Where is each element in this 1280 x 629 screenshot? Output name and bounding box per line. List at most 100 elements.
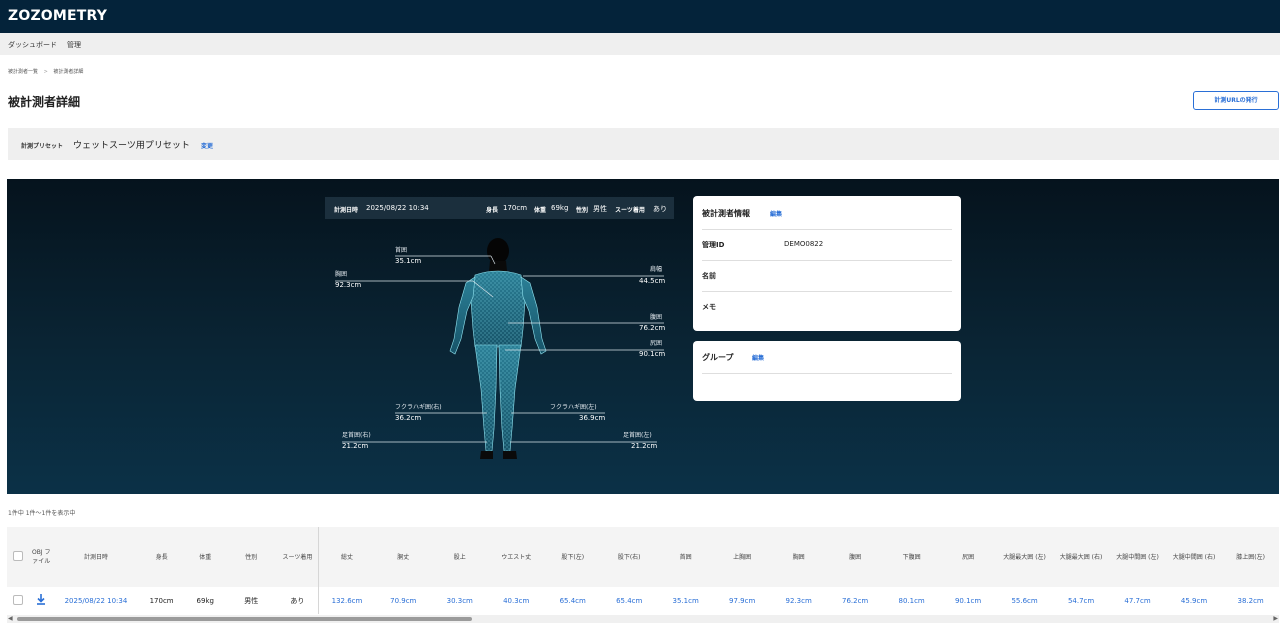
breadcrumb: 被計測者一覧 > 被計測者詳細: [8, 68, 87, 75]
waist-value: 76.2cm: [639, 324, 666, 332]
issue-url-button[interactable]: 計測URLの発行: [1193, 91, 1279, 110]
table-header: 股上: [453, 553, 466, 561]
neck-label: 首囲: [395, 247, 408, 254]
ankle-left-label: 足首囲(左): [623, 432, 652, 439]
measurement-cell[interactable]: 45.9cm: [1166, 587, 1222, 614]
memo-label: メモ: [702, 303, 716, 311]
table-header: 身長: [155, 553, 168, 561]
table-header: ウエスト丈: [501, 553, 532, 561]
chest-label: 胸囲: [335, 271, 348, 278]
table-header-row: OBJ ファイル 計測日時 身長 体重 性別 スーツ着用 総丈 胴丈 股上 ウエ…: [7, 527, 1279, 587]
table-header: 性別: [245, 553, 258, 561]
measurement-cell[interactable]: 65.4cm: [601, 587, 657, 614]
table-header: 総丈: [340, 553, 353, 561]
table-row[interactable]: 2025/08/22 10:34 170cm 69kg 男性 あり 132.6c…: [7, 587, 1279, 614]
scroll-right-arrow-icon[interactable]: ▶: [1273, 615, 1278, 623]
preset-change-link[interactable]: 変更: [201, 141, 213, 150]
subject-info-edit-link[interactable]: 編集: [770, 209, 782, 218]
table-header: スーツ着用: [276, 527, 319, 587]
table-header: 腹囲: [849, 553, 862, 561]
sub-nav: ダッシュボード 管理: [0, 33, 1280, 55]
nav-item-admin[interactable]: 管理: [67, 40, 81, 50]
calf-right-label: フクラハギ囲(右): [395, 404, 442, 411]
waist-label: 腹囲: [650, 314, 663, 321]
measurement-cell[interactable]: 76.2cm: [827, 587, 883, 614]
subject-info-title: 被計測者情報: [702, 209, 750, 218]
measurement-cell[interactable]: 54.7cm: [1053, 587, 1109, 614]
measurement-cell[interactable]: 65.4cm: [544, 587, 600, 614]
measurement-cell[interactable]: 132.6cm: [318, 587, 375, 614]
scrollbar-thumb[interactable]: [17, 617, 472, 621]
hip-value: 90.1cm: [639, 350, 666, 358]
preset-name: ウェットスーツ用プリセット: [73, 141, 190, 151]
shoulder-value: 44.5cm: [639, 277, 666, 285]
measurement-cell[interactable]: 35.1cm: [657, 587, 713, 614]
table-header: 大腿最大囲 (左): [1003, 553, 1046, 561]
download-icon[interactable]: [36, 594, 46, 605]
group-edit-link[interactable]: 編集: [752, 353, 764, 362]
measurement-cell[interactable]: 47.7cm: [1109, 587, 1165, 614]
table-header: OBJ ファイル: [31, 549, 51, 565]
ankle-left-value: 21.2cm: [631, 442, 658, 450]
table-header: 計測日時: [83, 553, 108, 561]
table-header: 膝上囲(左): [1236, 553, 1265, 561]
table-cell: 男性: [244, 596, 259, 605]
measurement-cell[interactable]: 55.6cm: [996, 587, 1052, 614]
table-header: 大腿中間囲 (右): [1172, 553, 1216, 561]
table-header: 股下(左): [561, 553, 585, 561]
select-all-checkbox[interactable]: [12, 550, 23, 561]
table-cell: 170cm: [149, 596, 174, 605]
subject-info-card: 被計測者情報 編集 管理ID DEMO0822 名前 メモ: [693, 196, 961, 331]
nav-item-dashboard[interactable]: ダッシュボード: [8, 40, 57, 50]
divider: [702, 229, 952, 230]
measurement-table: OBJ ファイル 計測日時 身長 体重 性別 スーツ着用 総丈 胴丈 股上 ウエ…: [7, 527, 1279, 615]
table-header: 体重: [199, 553, 212, 561]
result-count: 1件中 1件～1件を表示中: [8, 510, 76, 517]
divider: [702, 373, 952, 374]
calf-left-value: 36.9cm: [579, 414, 606, 422]
obj-download-cell[interactable]: [29, 587, 54, 614]
table-header: 尻囲: [962, 553, 975, 561]
app-logo[interactable]: ZOZOMETRY: [8, 8, 107, 24]
measurement-table-grid: OBJ ファイル 計測日時 身長 体重 性別 スーツ着用 総丈 胴丈 股上 ウエ…: [7, 527, 1279, 614]
body-silhouette: [449, 238, 547, 459]
table-horizontal-scrollbar[interactable]: ◀ ▶: [7, 615, 1279, 623]
neck-value: 35.1cm: [395, 257, 422, 265]
breadcrumb-item-current: 被計測者詳細: [53, 69, 84, 75]
breadcrumb-separator: >: [43, 69, 48, 75]
measurement-cell[interactable]: 90.1cm: [940, 587, 996, 614]
group-title: グループ: [702, 353, 734, 362]
measurement-cell[interactable]: 38.2cm: [1222, 587, 1279, 614]
management-id-value: DEMO0822: [784, 240, 824, 248]
table-header: 大腿中間囲 (左): [1116, 553, 1159, 561]
measurement-cell[interactable]: 92.3cm: [770, 587, 826, 614]
row-checkbox[interactable]: [12, 594, 23, 605]
measurement-cell[interactable]: 30.3cm: [432, 587, 488, 614]
body-viewer[interactable]: 計測日時 2025/08/22 10:34 身長 170cm 体重 69kg 性…: [7, 179, 1279, 494]
divider: [702, 291, 952, 292]
ankle-right-value: 21.2cm: [342, 442, 369, 450]
preset-label: 計測プリセット: [21, 143, 64, 150]
table-header: 首囲: [679, 553, 692, 561]
measurement-cell[interactable]: 80.1cm: [883, 587, 939, 614]
breadcrumb-item-list[interactable]: 被計測者一覧: [8, 69, 38, 75]
measurement-cell[interactable]: 97.9cm: [714, 587, 770, 614]
table-cell: 69kg: [196, 596, 214, 605]
measured-at-link[interactable]: 2025/08/22 10:34: [54, 587, 139, 614]
measurement-cell[interactable]: 70.9cm: [375, 587, 431, 614]
measurement-cell[interactable]: 40.3cm: [488, 587, 544, 614]
chest-value: 92.3cm: [335, 281, 362, 289]
table-header: 上胸囲: [733, 553, 752, 561]
table-header: 下腹囲: [902, 553, 921, 561]
shoulder-label: 肩幅: [650, 266, 663, 273]
scroll-left-arrow-icon[interactable]: ◀: [8, 615, 13, 623]
row-select-cell[interactable]: [7, 587, 29, 614]
calf-right-value: 36.2cm: [395, 414, 422, 422]
ankle-right-label: 足首囲(右): [342, 432, 371, 439]
group-card: グループ 編集: [693, 341, 961, 401]
calf-left-label: フクラハギ囲(左): [550, 404, 597, 411]
hip-label: 尻囲: [650, 340, 663, 347]
divider: [702, 260, 952, 261]
table-header: 胸囲: [792, 553, 805, 561]
select-all-header[interactable]: [7, 527, 29, 587]
